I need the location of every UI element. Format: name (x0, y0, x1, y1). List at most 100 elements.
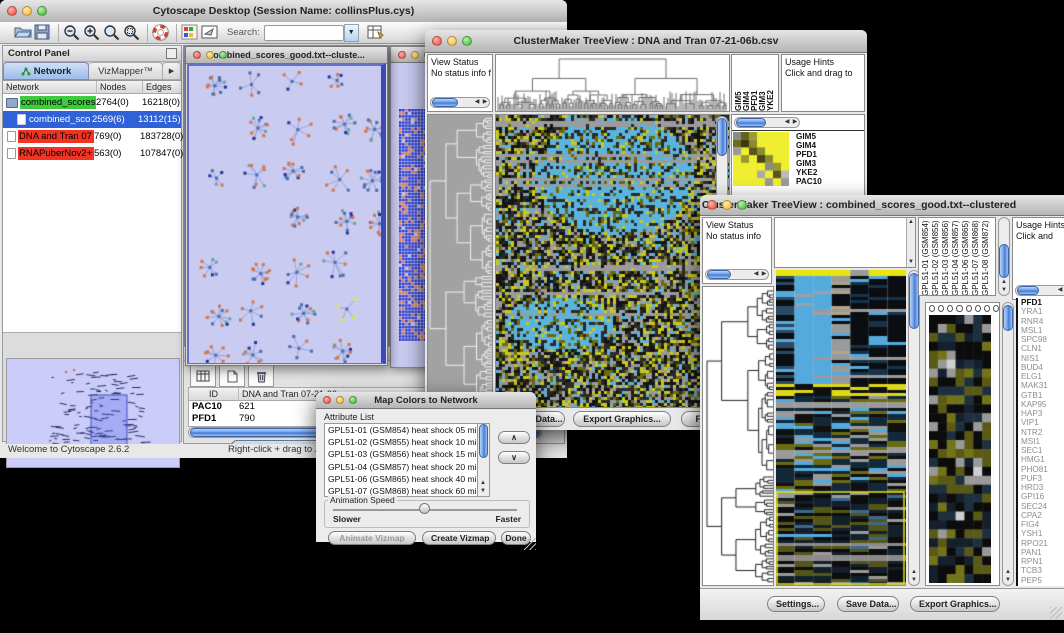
gene-label[interactable]: ELG1 (1018, 372, 1064, 381)
tv2-column-label[interactable]: GPL51-03 (GSM856) (941, 220, 951, 296)
tv1-heatmap[interactable]: ▲▼ (495, 114, 730, 408)
gene-label[interactable]: MSI1 (1018, 437, 1064, 446)
minimize-button[interactable] (206, 51, 214, 59)
tv2-zoom-heatmap[interactable] (929, 315, 991, 583)
tv1-row-label[interactable]: PAC10 (796, 177, 822, 186)
tv2-usage-scrollbar[interactable]: ◀▶ (1015, 285, 1064, 296)
dialog-title-bar[interactable]: Map Colors to Network (316, 392, 536, 409)
tv2-zoom-vscrollbar[interactable]: ▲▼ (1002, 302, 1014, 586)
tv1-column-label[interactable]: GIM5 (734, 57, 742, 111)
delete-attribute-button[interactable] (248, 365, 274, 387)
gene-label[interactable]: HAP3 (1018, 409, 1064, 418)
tv1-row-dendrogram[interactable] (427, 114, 493, 408)
tv2-heatmap[interactable] (776, 270, 906, 586)
tv1-row-label[interactable]: GIM5 (796, 132, 822, 141)
tv1-column-label[interactable]: GIM4 (742, 57, 750, 111)
tv2-gene-list[interactable]: PFD1YRA1RNR4MSL1SPC98CLN1NIS1BUD4ELG1MAK… (1016, 298, 1064, 586)
search-input[interactable] (264, 25, 344, 41)
tv2-column-label[interactable]: GPL51-08 (GSM872) (981, 220, 991, 296)
tv1-column-dendrogram[interactable] (495, 54, 730, 112)
gene-label[interactable]: CLN1 (1018, 344, 1064, 353)
attribute-listbox[interactable]: GPL51-01 (GSM854) heat shock 05 min GPL51… (324, 423, 490, 497)
attribute-list-item[interactable]: GPL51-06 (GSM865) heat shock 40 min (325, 473, 477, 485)
tv2-row-dendrogram[interactable] (702, 286, 774, 586)
close-button[interactable] (707, 200, 717, 210)
tv2-settings-button[interactable]: Settings... (767, 596, 825, 612)
main-title-bar[interactable]: Cytoscape Desktop (Session Name: collins… (0, 0, 567, 23)
gene-label[interactable]: RNR4 (1018, 317, 1064, 326)
tv1-column-label[interactable]: YKE2 (766, 57, 774, 111)
tab-vizmapper[interactable]: VizMapper™ (89, 62, 163, 80)
gene-label[interactable]: GTB1 (1018, 391, 1064, 400)
minimize-button[interactable] (336, 396, 344, 404)
treeview1-title-bar[interactable]: ClusterMaker TreeView : DNA and Tran 07-… (425, 30, 867, 53)
tv1-row-label[interactable]: PFD1 (796, 150, 822, 159)
attribute-list-scrollbar[interactable]: ▲▼ (477, 424, 489, 496)
tv1-zoom-scrollbar[interactable]: ◀▶ (734, 117, 800, 128)
gene-label[interactable]: KAP95 (1018, 400, 1064, 409)
speed-slider-thumb[interactable] (419, 503, 430, 514)
annotation-window-icon[interactable] (201, 24, 221, 42)
tv2-column-label[interactable]: GPL51-01 (GSM854) (921, 220, 931, 296)
attribute-list-item[interactable]: GPL51-01 (GSM854) heat shock 05 min (325, 424, 477, 436)
close-button[interactable] (323, 396, 331, 404)
help-lifebuoy-icon[interactable] (152, 24, 172, 42)
tv2-save-data-button[interactable]: Save Data... (837, 596, 899, 612)
network-list-row[interactable]: DNA and Tran 07 769(0) 183728(0) (3, 128, 181, 145)
tv1-column-label[interactable]: PFD1 (750, 57, 758, 111)
vizmapper-palette-icon[interactable] (181, 24, 201, 42)
attribute-table-icon[interactable] (367, 24, 387, 42)
tv2-column-label[interactable]: GPL51-07 (GSM868) (971, 220, 981, 296)
zoom-button[interactable] (349, 396, 357, 404)
resize-grip[interactable] (524, 538, 536, 550)
create-vizmap-button[interactable]: Create Vizmap (422, 531, 496, 545)
select-attributes-button[interactable] (190, 365, 216, 387)
tv2-status-scrollbar[interactable]: ◀▶ (705, 269, 769, 280)
zoom-out-icon[interactable] (63, 24, 83, 42)
zoom-fit-icon[interactable] (103, 24, 123, 42)
gene-label[interactable]: YSH1 (1018, 529, 1064, 538)
tv2-column-dendrogram[interactable]: ▲▼ (774, 217, 916, 268)
gene-label[interactable]: HRD3 (1018, 483, 1064, 492)
move-up-button[interactable]: ∧ (498, 431, 530, 444)
animate-vizmap-button[interactable]: Animate Vizmap (328, 531, 416, 545)
tv2-collabel-scrollbar[interactable]: ▲▼ (998, 217, 1010, 296)
gene-label[interactable]: PHO81 (1018, 465, 1064, 474)
tv1-column-label[interactable]: GIM3 (758, 57, 766, 111)
gene-label[interactable]: MSL1 (1018, 326, 1064, 335)
zoom-button[interactable] (37, 6, 47, 16)
gene-label[interactable]: TCB3 (1018, 566, 1064, 575)
treeview2-title-bar[interactable]: ClusterMaker TreeView : combined_scores_… (700, 195, 1064, 216)
tab-network[interactable]: Network (3, 62, 89, 80)
gene-label[interactable]: MAK31 (1018, 381, 1064, 390)
tv2-heatmap-vscrollbar[interactable]: ▲▼ (908, 270, 920, 586)
gene-label[interactable]: SEC24 (1018, 502, 1064, 511)
gene-label[interactable]: RPO21 (1018, 539, 1064, 548)
minimize-button[interactable] (722, 200, 732, 210)
float-panel-icon[interactable] (166, 48, 177, 59)
gene-label[interactable]: PUF3 (1018, 474, 1064, 483)
attribute-list-item[interactable]: GPL51-03 (GSM856) heat shock 15 min (325, 448, 477, 460)
gene-label[interactable]: NTR2 (1018, 428, 1064, 437)
save-session-button[interactable] (34, 24, 54, 42)
new-attribute-button[interactable] (219, 365, 245, 387)
gene-label[interactable]: SPC98 (1018, 335, 1064, 344)
attr-col-id[interactable]: ID (189, 388, 239, 401)
gene-label[interactable]: YRA1 (1018, 307, 1064, 316)
gene-label[interactable]: RPN1 (1018, 557, 1064, 566)
tv2-coltree-scrollbar[interactable]: ▲▼ (906, 218, 915, 267)
zoom-button[interactable] (737, 200, 747, 210)
tv1-row-label[interactable]: GIM4 (796, 141, 822, 150)
gene-label[interactable]: HMG1 (1018, 455, 1064, 464)
zoom-button[interactable] (462, 36, 472, 46)
zoom-in-icon[interactable] (83, 24, 103, 42)
tv1-row-label[interactable]: GIM3 (796, 159, 822, 168)
gene-label[interactable]: GPI16 (1018, 492, 1064, 501)
move-down-button[interactable]: ∨ (498, 451, 530, 464)
zoom-selected-icon[interactable] (123, 24, 143, 42)
tv1-export-graphics-button[interactable]: Export Graphics... (573, 411, 671, 427)
minimize-button[interactable] (22, 6, 32, 16)
network-list-row[interactable]: combined_sco 2569(6) 13112(15) (3, 111, 181, 128)
gene-label[interactable]: NIS1 (1018, 354, 1064, 363)
tv2-export-graphics-button[interactable]: Export Graphics... (910, 596, 1000, 612)
